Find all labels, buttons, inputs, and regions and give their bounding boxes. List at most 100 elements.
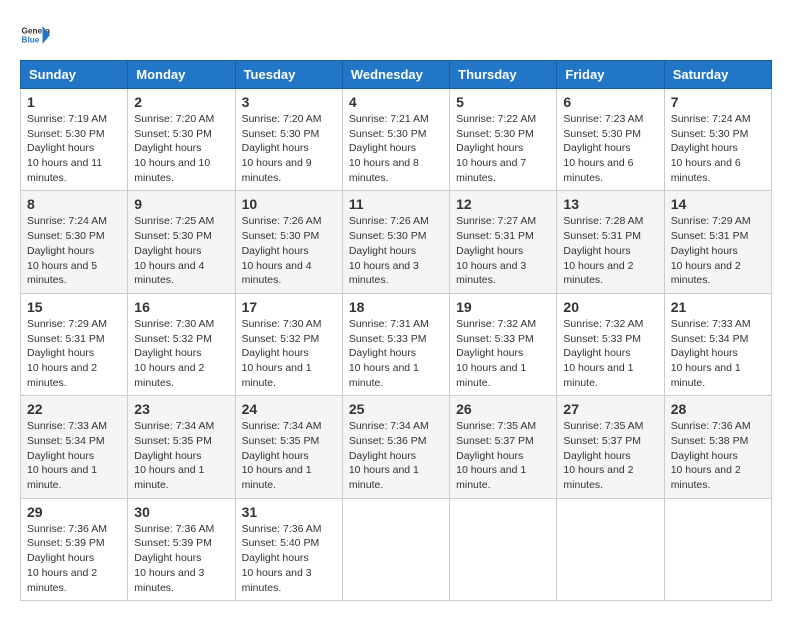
day-info: Sunrise: 7:36 AM Sunset: 5:39 PM Dayligh… [27, 522, 121, 595]
day-info: Sunrise: 7:19 AM Sunset: 5:30 PM Dayligh… [27, 112, 121, 185]
day-number: 9 [134, 196, 228, 212]
day-info: Sunrise: 7:34 AM Sunset: 5:35 PM Dayligh… [134, 419, 228, 492]
day-number: 31 [242, 504, 336, 520]
day-number: 28 [671, 401, 765, 417]
calendar-week-row: 29 Sunrise: 7:36 AM Sunset: 5:39 PM Dayl… [21, 498, 772, 600]
day-number: 22 [27, 401, 121, 417]
day-info: Sunrise: 7:34 AM Sunset: 5:35 PM Dayligh… [242, 419, 336, 492]
weekday-header-friday: Friday [557, 61, 664, 89]
day-info: Sunrise: 7:33 AM Sunset: 5:34 PM Dayligh… [27, 419, 121, 492]
calendar-cell: 22 Sunrise: 7:33 AM Sunset: 5:34 PM Dayl… [21, 396, 128, 498]
calendar-cell: 29 Sunrise: 7:36 AM Sunset: 5:39 PM Dayl… [21, 498, 128, 600]
day-number: 20 [563, 299, 657, 315]
day-info: Sunrise: 7:29 AM Sunset: 5:31 PM Dayligh… [671, 214, 765, 287]
calendar-cell: 4 Sunrise: 7:21 AM Sunset: 5:30 PM Dayli… [342, 89, 449, 191]
calendar-cell: 6 Sunrise: 7:23 AM Sunset: 5:30 PM Dayli… [557, 89, 664, 191]
calendar-cell: 17 Sunrise: 7:30 AM Sunset: 5:32 PM Dayl… [235, 293, 342, 395]
day-info: Sunrise: 7:35 AM Sunset: 5:37 PM Dayligh… [456, 419, 550, 492]
calendar-cell: 8 Sunrise: 7:24 AM Sunset: 5:30 PM Dayli… [21, 191, 128, 293]
day-info: Sunrise: 7:29 AM Sunset: 5:31 PM Dayligh… [27, 317, 121, 390]
svg-text:Blue: Blue [22, 36, 40, 45]
weekday-header-saturday: Saturday [664, 61, 771, 89]
day-info: Sunrise: 7:28 AM Sunset: 5:31 PM Dayligh… [563, 214, 657, 287]
calendar-cell: 9 Sunrise: 7:25 AM Sunset: 5:30 PM Dayli… [128, 191, 235, 293]
logo: General Blue [20, 20, 50, 50]
day-number: 12 [456, 196, 550, 212]
calendar-cell: 25 Sunrise: 7:34 AM Sunset: 5:36 PM Dayl… [342, 396, 449, 498]
calendar-header-row: SundayMondayTuesdayWednesdayThursdayFrid… [21, 61, 772, 89]
calendar-cell: 2 Sunrise: 7:20 AM Sunset: 5:30 PM Dayli… [128, 89, 235, 191]
day-number: 21 [671, 299, 765, 315]
day-number: 5 [456, 94, 550, 110]
calendar-cell [664, 498, 771, 600]
calendar-cell [450, 498, 557, 600]
day-info: Sunrise: 7:25 AM Sunset: 5:30 PM Dayligh… [134, 214, 228, 287]
calendar-cell: 5 Sunrise: 7:22 AM Sunset: 5:30 PM Dayli… [450, 89, 557, 191]
weekday-header-thursday: Thursday [450, 61, 557, 89]
day-number: 6 [563, 94, 657, 110]
calendar-cell: 7 Sunrise: 7:24 AM Sunset: 5:30 PM Dayli… [664, 89, 771, 191]
day-number: 30 [134, 504, 228, 520]
day-info: Sunrise: 7:32 AM Sunset: 5:33 PM Dayligh… [563, 317, 657, 390]
calendar-cell: 24 Sunrise: 7:34 AM Sunset: 5:35 PM Dayl… [235, 396, 342, 498]
calendar-week-row: 1 Sunrise: 7:19 AM Sunset: 5:30 PM Dayli… [21, 89, 772, 191]
day-number: 23 [134, 401, 228, 417]
page-header: General Blue [20, 20, 772, 50]
day-number: 25 [349, 401, 443, 417]
day-number: 4 [349, 94, 443, 110]
day-info: Sunrise: 7:22 AM Sunset: 5:30 PM Dayligh… [456, 112, 550, 185]
day-info: Sunrise: 7:21 AM Sunset: 5:30 PM Dayligh… [349, 112, 443, 185]
day-info: Sunrise: 7:20 AM Sunset: 5:30 PM Dayligh… [134, 112, 228, 185]
calendar-cell: 3 Sunrise: 7:20 AM Sunset: 5:30 PM Dayli… [235, 89, 342, 191]
day-info: Sunrise: 7:36 AM Sunset: 5:40 PM Dayligh… [242, 522, 336, 595]
day-info: Sunrise: 7:30 AM Sunset: 5:32 PM Dayligh… [134, 317, 228, 390]
calendar-cell: 21 Sunrise: 7:33 AM Sunset: 5:34 PM Dayl… [664, 293, 771, 395]
day-number: 8 [27, 196, 121, 212]
day-number: 11 [349, 196, 443, 212]
calendar-cell: 18 Sunrise: 7:31 AM Sunset: 5:33 PM Dayl… [342, 293, 449, 395]
day-info: Sunrise: 7:24 AM Sunset: 5:30 PM Dayligh… [27, 214, 121, 287]
day-info: Sunrise: 7:23 AM Sunset: 5:30 PM Dayligh… [563, 112, 657, 185]
calendar-cell: 1 Sunrise: 7:19 AM Sunset: 5:30 PM Dayli… [21, 89, 128, 191]
day-number: 29 [27, 504, 121, 520]
weekday-header-monday: Monday [128, 61, 235, 89]
day-number: 3 [242, 94, 336, 110]
calendar-cell: 13 Sunrise: 7:28 AM Sunset: 5:31 PM Dayl… [557, 191, 664, 293]
day-info: Sunrise: 7:34 AM Sunset: 5:36 PM Dayligh… [349, 419, 443, 492]
day-info: Sunrise: 7:20 AM Sunset: 5:30 PM Dayligh… [242, 112, 336, 185]
day-number: 2 [134, 94, 228, 110]
day-info: Sunrise: 7:26 AM Sunset: 5:30 PM Dayligh… [349, 214, 443, 287]
calendar-cell: 19 Sunrise: 7:32 AM Sunset: 5:33 PM Dayl… [450, 293, 557, 395]
day-info: Sunrise: 7:33 AM Sunset: 5:34 PM Dayligh… [671, 317, 765, 390]
calendar-cell: 23 Sunrise: 7:34 AM Sunset: 5:35 PM Dayl… [128, 396, 235, 498]
day-info: Sunrise: 7:35 AM Sunset: 5:37 PM Dayligh… [563, 419, 657, 492]
day-number: 1 [27, 94, 121, 110]
day-number: 27 [563, 401, 657, 417]
day-number: 7 [671, 94, 765, 110]
day-info: Sunrise: 7:32 AM Sunset: 5:33 PM Dayligh… [456, 317, 550, 390]
day-number: 13 [563, 196, 657, 212]
weekday-header-sunday: Sunday [21, 61, 128, 89]
calendar-cell: 26 Sunrise: 7:35 AM Sunset: 5:37 PM Dayl… [450, 396, 557, 498]
calendar-cell: 11 Sunrise: 7:26 AM Sunset: 5:30 PM Dayl… [342, 191, 449, 293]
calendar-cell: 31 Sunrise: 7:36 AM Sunset: 5:40 PM Dayl… [235, 498, 342, 600]
calendar-table: SundayMondayTuesdayWednesdayThursdayFrid… [20, 60, 772, 601]
day-number: 24 [242, 401, 336, 417]
calendar-cell: 15 Sunrise: 7:29 AM Sunset: 5:31 PM Dayl… [21, 293, 128, 395]
day-info: Sunrise: 7:27 AM Sunset: 5:31 PM Dayligh… [456, 214, 550, 287]
weekday-header-wednesday: Wednesday [342, 61, 449, 89]
day-number: 19 [456, 299, 550, 315]
calendar-cell: 16 Sunrise: 7:30 AM Sunset: 5:32 PM Dayl… [128, 293, 235, 395]
calendar-cell [557, 498, 664, 600]
day-number: 18 [349, 299, 443, 315]
calendar-cell: 30 Sunrise: 7:36 AM Sunset: 5:39 PM Dayl… [128, 498, 235, 600]
calendar-week-row: 22 Sunrise: 7:33 AM Sunset: 5:34 PM Dayl… [21, 396, 772, 498]
calendar-week-row: 15 Sunrise: 7:29 AM Sunset: 5:31 PM Dayl… [21, 293, 772, 395]
calendar-cell [342, 498, 449, 600]
day-info: Sunrise: 7:30 AM Sunset: 5:32 PM Dayligh… [242, 317, 336, 390]
day-info: Sunrise: 7:31 AM Sunset: 5:33 PM Dayligh… [349, 317, 443, 390]
weekday-header-tuesday: Tuesday [235, 61, 342, 89]
day-number: 10 [242, 196, 336, 212]
day-info: Sunrise: 7:36 AM Sunset: 5:38 PM Dayligh… [671, 419, 765, 492]
day-number: 14 [671, 196, 765, 212]
